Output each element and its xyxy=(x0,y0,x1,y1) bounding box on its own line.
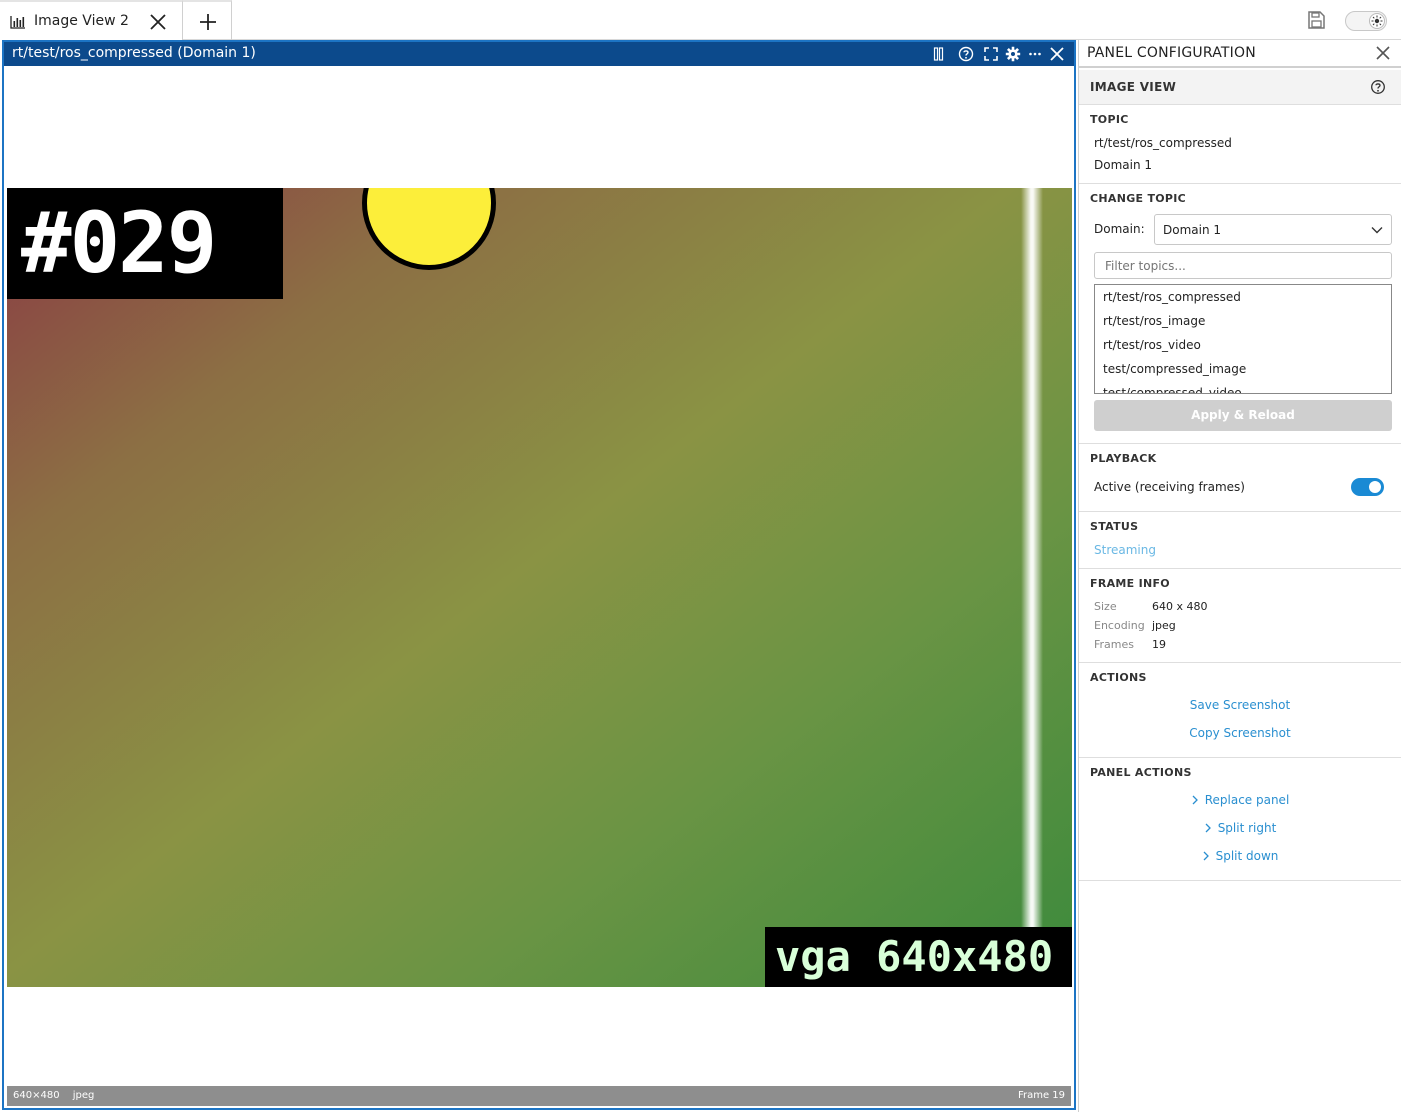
config-title: PANEL CONFIGURATION xyxy=(1087,45,1256,61)
frames-label: Frames xyxy=(1094,638,1135,651)
domain-select[interactable]: Domain 1 xyxy=(1154,214,1392,245)
tab-bar: Image View 2 xyxy=(0,0,1401,40)
filter-topics-input[interactable] xyxy=(1094,252,1392,279)
change-topic-header: CHANGE TOPIC xyxy=(1090,192,1187,205)
chevron-right-icon xyxy=(1203,851,1209,861)
topic-section: TOPIC rt/test/ros_compressed Domain 1 xyxy=(1079,105,1401,184)
tab-image-view-2[interactable]: Image View 2 xyxy=(0,0,183,40)
apply-reload-button[interactable]: Apply & Reload xyxy=(1094,400,1392,431)
resolution-overlay: vga 640x480 xyxy=(765,927,1072,987)
panel-title: rt/test/ros_compressed (Domain 1) xyxy=(12,45,256,61)
topic-list[interactable]: rt/test/ros_compressed rt/test/ros_image… xyxy=(1094,284,1392,394)
status-encoding: jpeg xyxy=(72,1090,95,1101)
replace-panel-button[interactable]: Replace panel xyxy=(1079,793,1401,807)
topic-list-item[interactable]: rt/test/ros_image xyxy=(1095,309,1391,333)
status-frame: Frame 19 xyxy=(1017,1090,1065,1101)
sun-icon xyxy=(1369,13,1385,29)
panel-configuration: PANEL CONFIGURATION IMAGE VIEW TOPIC rt/… xyxy=(1078,40,1401,1112)
image-view-panel: rt/test/ros_compressed (Domain 1) #029 v… xyxy=(2,40,1076,1110)
image-light-stripe xyxy=(1021,188,1043,928)
columns-icon[interactable] xyxy=(932,46,948,62)
encoding-value: jpeg xyxy=(1152,619,1176,632)
camera-image[interactable]: #029 vga 640x480 xyxy=(7,188,1072,987)
save-screenshot-button[interactable]: Save Screenshot xyxy=(1079,698,1401,712)
topic-name: rt/test/ros_compressed xyxy=(1094,136,1232,150)
close-panel-icon[interactable] xyxy=(1049,46,1065,62)
panel-actions-header: PANEL ACTIONS xyxy=(1090,766,1192,779)
status-section: STATUS Streaming xyxy=(1079,512,1401,569)
size-value: 640 x 480 xyxy=(1152,600,1208,613)
image-status-strip: 640×480 jpeg Frame 19 xyxy=(7,1086,1071,1106)
toggle-knob xyxy=(1369,481,1381,493)
frames-value: 19 xyxy=(1152,638,1166,651)
copy-screenshot-button[interactable]: Copy Screenshot xyxy=(1079,726,1401,740)
encoding-label: Encoding xyxy=(1094,619,1145,632)
gear-icon[interactable] xyxy=(1005,46,1021,62)
status-value: Streaming xyxy=(1094,543,1156,557)
domain-select-value: Domain 1 xyxy=(1163,223,1222,237)
frame-number-overlay: #029 xyxy=(7,188,283,299)
image-view-section: IMAGE VIEW xyxy=(1079,70,1401,105)
domain-label: Domain: xyxy=(1094,222,1145,236)
status-header: STATUS xyxy=(1090,520,1139,533)
playback-header: PLAYBACK xyxy=(1090,452,1157,465)
help-icon[interactable] xyxy=(958,46,974,62)
topic-list-item[interactable]: rt/test/ros_compressed xyxy=(1095,285,1391,309)
chevron-right-icon xyxy=(1192,795,1198,805)
split-right-label: Split right xyxy=(1217,821,1277,835)
split-right-button[interactable]: Split right xyxy=(1079,821,1401,835)
close-tab-icon[interactable] xyxy=(149,13,167,31)
change-topic-section: CHANGE TOPIC Domain: Domain 1 rt/test/ro… xyxy=(1079,184,1401,444)
theme-toggle[interactable] xyxy=(1345,11,1387,31)
fullscreen-icon[interactable] xyxy=(983,46,999,62)
topic-list-item[interactable]: test/compressed_video xyxy=(1095,381,1391,393)
topic-list-item[interactable]: test/compressed_image xyxy=(1095,357,1391,381)
chevron-down-icon xyxy=(1371,227,1383,234)
replace-panel-label: Replace panel xyxy=(1204,793,1290,807)
panel-actions-section: PANEL ACTIONS Replace panel Split right … xyxy=(1079,758,1401,881)
save-icon[interactable] xyxy=(1306,10,1326,30)
section-title: IMAGE VIEW xyxy=(1090,80,1177,94)
close-config-icon[interactable] xyxy=(1375,45,1391,61)
plus-icon xyxy=(200,14,216,30)
topic-domain: Domain 1 xyxy=(1094,158,1153,172)
frame-info-section: FRAME INFO Size 640 x 480 Encoding jpeg … xyxy=(1079,569,1401,663)
playback-label: Active (receiving frames) xyxy=(1094,480,1245,494)
more-icon[interactable] xyxy=(1027,46,1043,62)
help-icon[interactable] xyxy=(1370,79,1386,95)
topic-header: TOPIC xyxy=(1090,113,1129,126)
panel-header: rt/test/ros_compressed (Domain 1) xyxy=(4,42,1074,66)
status-size: 640×480 xyxy=(13,1090,60,1101)
split-down-label: Split down xyxy=(1215,849,1279,863)
actions-header: ACTIONS xyxy=(1090,671,1147,684)
topic-list-item[interactable]: rt/test/ros_video xyxy=(1095,333,1391,357)
add-tab-button[interactable] xyxy=(183,0,232,40)
tab-label: Image View 2 xyxy=(34,13,129,29)
actions-section: ACTIONS Save Screenshot Copy Screenshot xyxy=(1079,663,1401,758)
playback-toggle[interactable] xyxy=(1351,478,1384,496)
split-down-button[interactable]: Split down xyxy=(1079,849,1401,863)
chevron-right-icon xyxy=(1205,823,1211,833)
config-header: PANEL CONFIGURATION xyxy=(1079,40,1401,68)
size-label: Size xyxy=(1094,600,1117,613)
playback-section: PLAYBACK Active (receiving frames) xyxy=(1079,444,1401,512)
image-sun-circle xyxy=(362,188,496,270)
chart-bars-icon xyxy=(10,16,25,29)
frame-info-header: FRAME INFO xyxy=(1090,577,1170,590)
